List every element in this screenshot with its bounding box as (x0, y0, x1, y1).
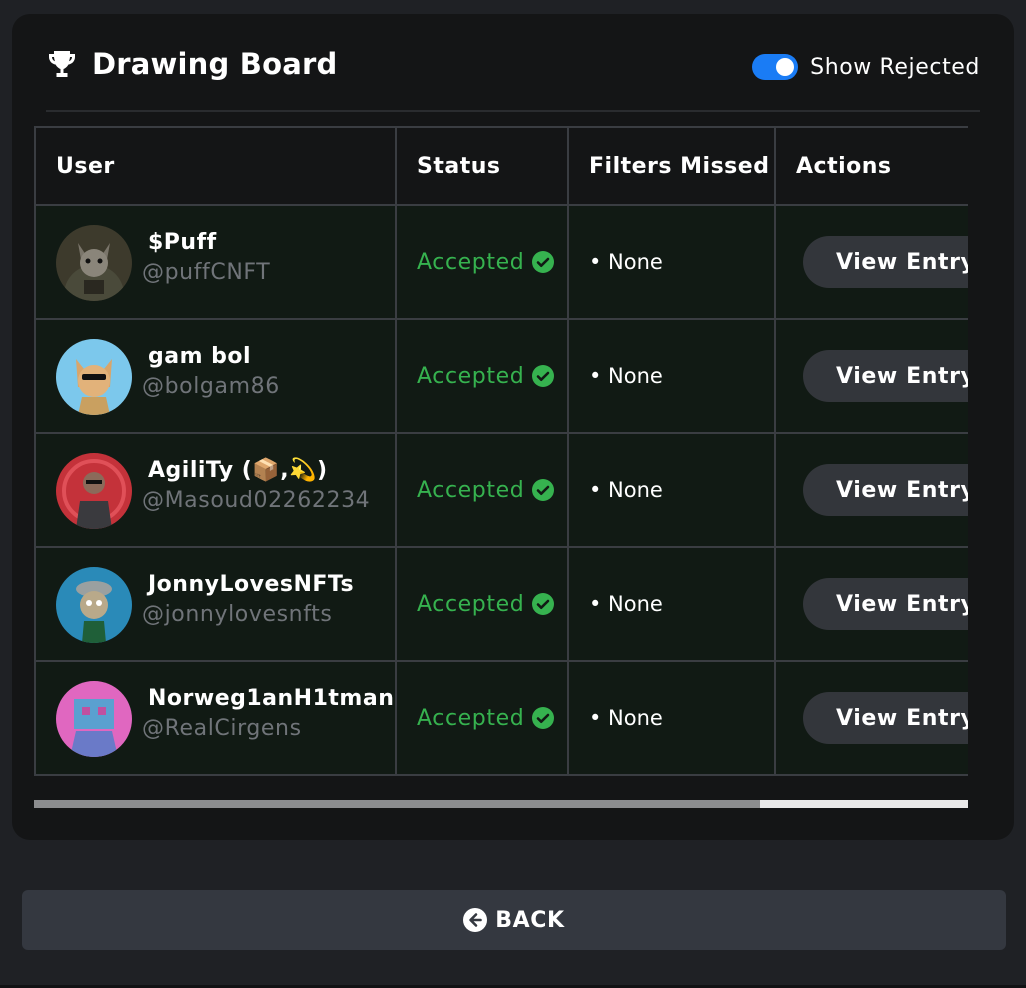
toggle-knob (776, 58, 795, 76)
status-badge: Accepted (417, 478, 567, 503)
card-header: Drawing Board Show Rejected (46, 46, 980, 112)
actions-cell: View Entry (774, 660, 968, 776)
user-name: gam bol (148, 344, 252, 369)
check-circle-icon (532, 251, 555, 273)
header-divider (46, 110, 980, 112)
user-cell: $Puff @puffCNFT (34, 204, 397, 320)
view-entry-button[interactable]: View Entry (803, 578, 968, 630)
table-row: AgiliTy (📦,💫) @Masoud02262234 Accepted •… (34, 432, 968, 548)
user-handle[interactable]: @Masoud02262234 (142, 488, 370, 513)
status-badge: Accepted (417, 250, 567, 275)
table-header-row: User Status Filters Missed Actions (34, 126, 968, 206)
arrow-left-circle-icon (463, 908, 488, 932)
status-cell: Accepted (395, 318, 569, 434)
show-rejected-toggle[interactable] (752, 54, 799, 80)
check-circle-icon (532, 707, 555, 729)
actions-cell: View Entry (774, 318, 968, 434)
user-handle[interactable]: @jonnylovesnfts (142, 602, 332, 627)
column-header-user: User (34, 126, 397, 206)
status-cell: Accepted (395, 432, 569, 548)
show-rejected-control: Show Rejected (752, 50, 980, 84)
status-text: Accepted (417, 705, 525, 731)
table-row: Norweg1anH1tman @RealCirgens Accepted • … (34, 660, 968, 776)
entries-table-container[interactable]: User Status Filters Missed Actions $Puff… (34, 126, 968, 794)
avatar[interactable] (56, 567, 132, 643)
back-label: BACK (495, 907, 565, 933)
scrollbar-thumb[interactable] (34, 800, 760, 808)
user-cell: AgiliTy (📦,💫) @Masoud02262234 (34, 432, 397, 548)
status-badge: Accepted (417, 706, 567, 731)
status-cell: Accepted (395, 546, 569, 662)
back-button[interactable]: BACK (22, 890, 1006, 950)
entries-table: User Status Filters Missed Actions $Puff… (34, 126, 968, 776)
check-circle-icon (532, 365, 555, 387)
page-title: Drawing Board (92, 47, 338, 81)
view-entry-button[interactable]: View Entry (803, 692, 968, 744)
status-text: Accepted (417, 477, 525, 503)
user-name: JonnyLovesNFTs (148, 572, 355, 597)
user-handle[interactable]: @puffCNFT (142, 260, 270, 285)
status-badge: Accepted (417, 364, 567, 389)
user-cell: Norweg1anH1tman @RealCirgens (34, 660, 397, 776)
column-header-actions: Actions (774, 126, 968, 206)
avatar[interactable] (56, 453, 132, 529)
status-text: Accepted (417, 249, 525, 275)
table-row: JonnyLovesNFTs @jonnylovesnfts Accepted … (34, 546, 968, 662)
filters-missed-cell: • None (567, 432, 776, 548)
user-name: $Puff (148, 230, 217, 255)
actions-cell: View Entry (774, 204, 968, 320)
avatar[interactable] (56, 225, 132, 301)
table-row: gam bol @bolgam86 Accepted • None View E… (34, 318, 968, 434)
user-cell: JonnyLovesNFTs @jonnylovesnfts (34, 546, 397, 662)
actions-cell: View Entry (774, 432, 968, 548)
avatar[interactable] (56, 681, 132, 757)
column-header-filters-missed: Filters Missed (567, 126, 776, 206)
view-entry-button[interactable]: View Entry (803, 464, 968, 516)
table-row: $Puff @puffCNFT Accepted • None View Ent… (34, 204, 968, 320)
user-handle[interactable]: @RealCirgens (142, 716, 302, 741)
user-name: AgiliTy (📦,💫) (148, 458, 328, 483)
user-cell: gam bol @bolgam86 (34, 318, 397, 434)
check-circle-icon (532, 593, 555, 615)
avatar[interactable] (56, 339, 132, 415)
view-entry-button[interactable]: View Entry (803, 350, 968, 402)
trophy-icon (46, 48, 78, 80)
show-rejected-label: Show Rejected (810, 54, 980, 80)
filters-missed-cell: • None (567, 660, 776, 776)
status-badge: Accepted (417, 592, 567, 617)
filters-missed-cell: • None (567, 204, 776, 320)
status-cell: Accepted (395, 204, 569, 320)
user-handle[interactable]: @bolgam86 (142, 374, 280, 399)
status-text: Accepted (417, 591, 525, 617)
filters-missed-cell: • None (567, 318, 776, 434)
view-entry-button[interactable]: View Entry (803, 236, 968, 288)
check-circle-icon (532, 479, 555, 501)
status-cell: Accepted (395, 660, 569, 776)
status-text: Accepted (417, 363, 525, 389)
filters-missed-cell: • None (567, 546, 776, 662)
column-header-status: Status (395, 126, 569, 206)
horizontal-scrollbar[interactable] (34, 800, 968, 808)
user-name: Norweg1anH1tman (148, 686, 395, 711)
actions-cell: View Entry (774, 546, 968, 662)
